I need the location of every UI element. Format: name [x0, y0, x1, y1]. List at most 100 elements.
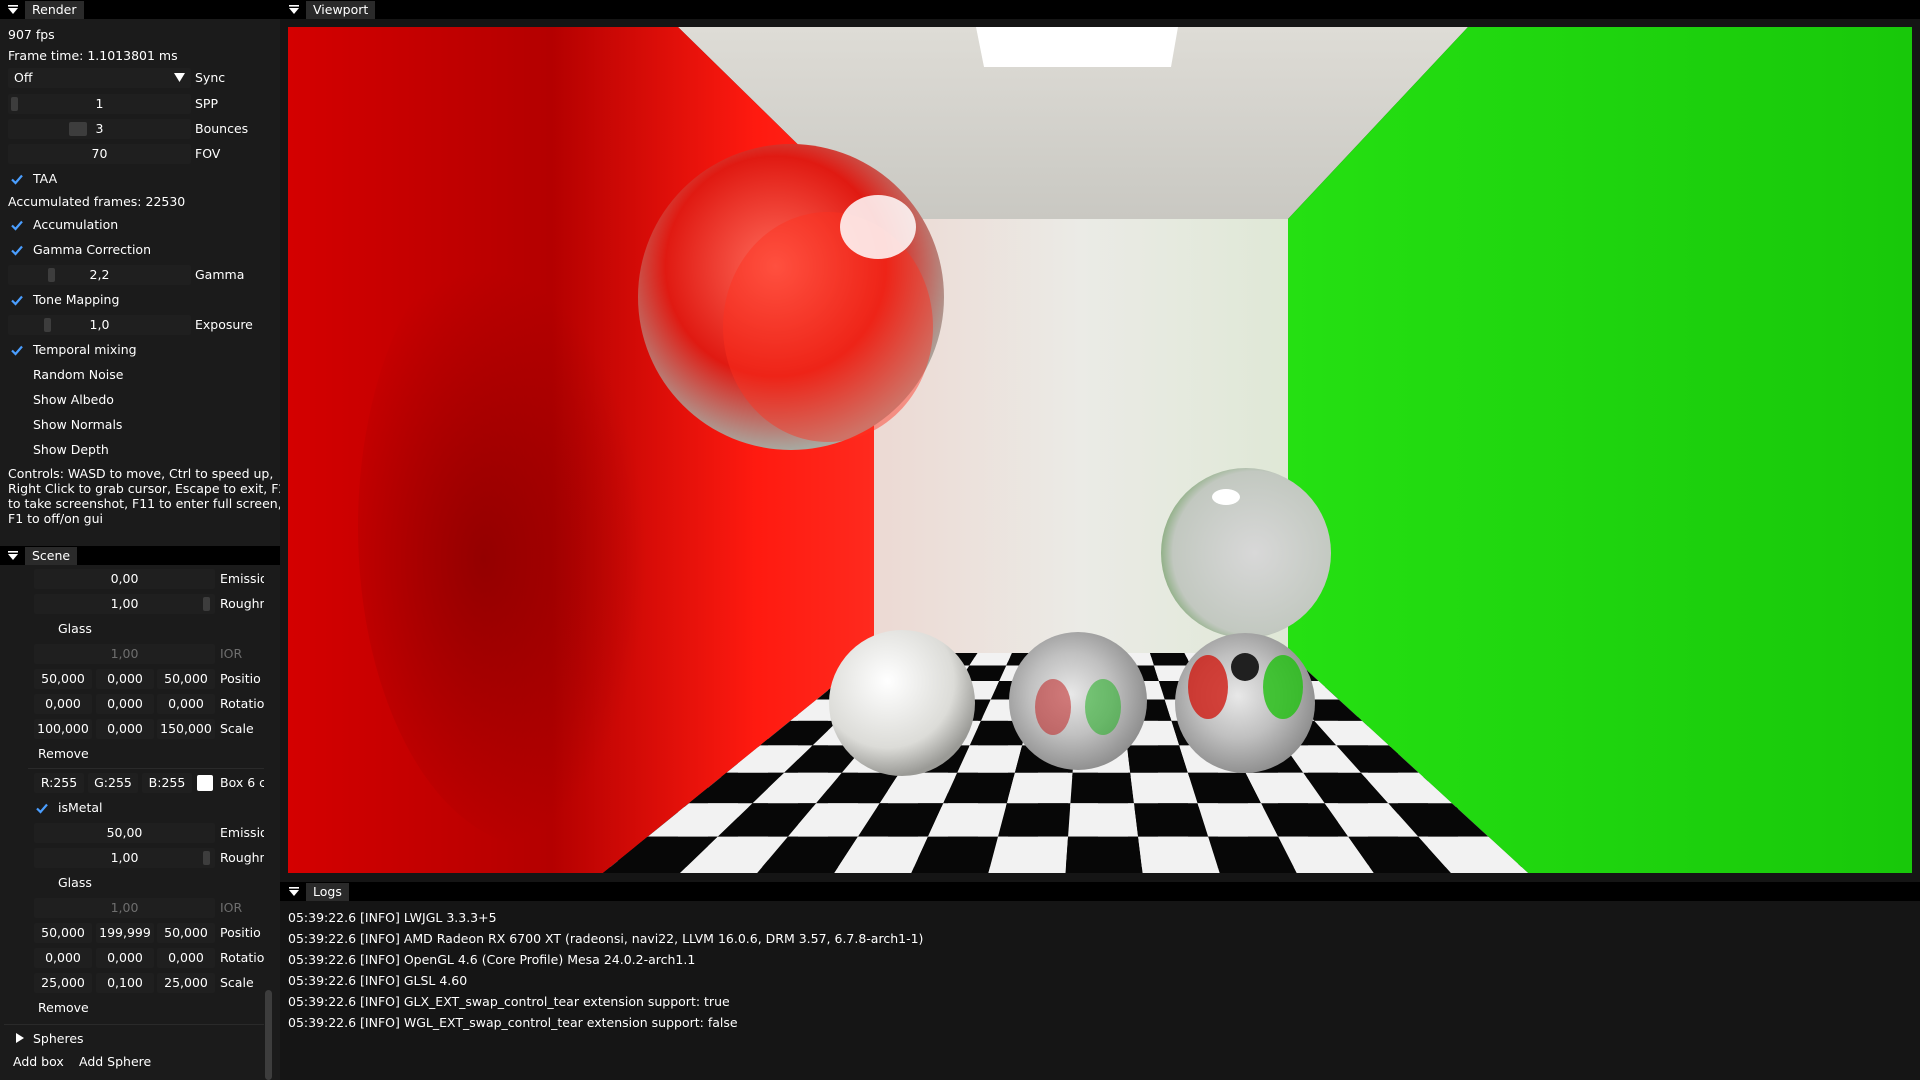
collapse-triangle-icon[interactable] — [288, 4, 300, 16]
value: B:255 — [148, 775, 186, 790]
box6-rotation-z[interactable]: 0,000 — [157, 948, 215, 968]
box6-emission-field[interactable]: 50,00 — [34, 823, 215, 843]
box6-color-g[interactable]: G:255 — [88, 773, 138, 793]
sync-combo[interactable]: Off — [8, 68, 191, 88]
fov-drag[interactable]: 70 — [8, 144, 191, 164]
box6-scale-x[interactable]: 25,000 — [34, 973, 92, 993]
value: R:255 — [40, 775, 78, 790]
log-line: 05:39:22.6 [INFO] LWJGL 3.3.3+5 — [288, 910, 497, 925]
value: 0,000 — [107, 696, 143, 711]
collapse-triangle-icon[interactable] — [7, 550, 19, 562]
box6-color-r[interactable]: R:255 — [34, 773, 84, 793]
add-sphere-button[interactable]: Add Sphere — [73, 1052, 157, 1072]
fov-label: FOV — [195, 146, 221, 161]
scene-tab[interactable]: Scene — [25, 547, 78, 565]
box6-rotation-x[interactable]: 0,000 — [34, 948, 92, 968]
value: 0,000 — [107, 950, 143, 965]
slider-grab[interactable] — [69, 122, 87, 136]
viewport-titlebar[interactable]: Viewport — [280, 0, 1920, 19]
box5-scale-x[interactable]: 100,000 — [34, 719, 92, 739]
gamma-label: Gamma — [195, 267, 245, 282]
tone-mapping-checkbox[interactable] — [9, 292, 25, 308]
box5-position-z[interactable]: 50,000 — [157, 669, 215, 689]
bounces-slider[interactable]: 3 — [8, 119, 191, 139]
spp-value: 1 — [95, 96, 104, 111]
box6-color-label: Box 6 c — [220, 775, 267, 790]
slider-grab[interactable] — [203, 597, 210, 611]
taa-checkbox[interactable] — [9, 171, 25, 187]
temporal-mixing-checkbox[interactable] — [9, 342, 25, 358]
spheres-header[interactable]: Spheres — [33, 1029, 84, 1049]
value: 199,999 — [99, 925, 151, 940]
box6-glass-checkbox[interactable] — [34, 875, 50, 891]
box6-position-y[interactable]: 199,999 — [96, 923, 154, 943]
box6-remove-button[interactable]: Remove — [32, 998, 95, 1018]
scene-scrollbar[interactable] — [264, 566, 273, 1080]
collapse-triangle-icon[interactable] — [7, 4, 19, 16]
box5-rotation-x[interactable]: 0,000 — [34, 694, 92, 714]
expand-triangle-icon[interactable] — [15, 1033, 25, 1043]
render-viewport-image[interactable] — [288, 27, 1912, 873]
floor-tile — [1130, 772, 1198, 804]
value: 25,000 — [41, 975, 85, 990]
box5-ior-label: IOR — [220, 646, 243, 661]
box6-position-x[interactable]: 50,000 — [34, 923, 92, 943]
viewport-tab[interactable]: Viewport — [306, 1, 376, 19]
box6-emission-label: Emissio — [220, 825, 268, 840]
slider-grab[interactable] — [44, 318, 51, 332]
box5-remove-button[interactable]: Remove — [32, 744, 95, 764]
box6-scale-z[interactable]: 25,000 — [157, 973, 215, 993]
box6-roughness-slider[interactable]: 1,00 — [34, 848, 215, 868]
box5-glass-checkbox[interactable] — [34, 621, 50, 637]
box5-position-y[interactable]: 0,000 — [96, 669, 154, 689]
box5-ior-field: 1,00 — [34, 644, 215, 664]
logs-tab[interactable]: Logs — [306, 883, 349, 901]
log-line: 05:39:22.6 [INFO] GLX_EXT_swap_control_t… — [288, 994, 730, 1009]
scene-titlebar[interactable]: Scene — [0, 546, 280, 565]
render-tab[interactable]: Render — [25, 1, 84, 19]
show-normals-checkbox[interactable] — [9, 417, 25, 433]
spp-slider[interactable]: 1 — [8, 94, 191, 114]
gamma-correction-checkbox[interactable] — [9, 242, 25, 258]
logs-titlebar[interactable]: Logs — [280, 882, 1920, 901]
show-normals-label: Show Normals — [33, 417, 123, 432]
frame-time-readout: Frame time: 1.1013801 ms — [8, 48, 178, 63]
scrollbar-thumb[interactable] — [265, 990, 272, 1080]
gamma-correction-label: Gamma Correction — [33, 242, 151, 257]
box6-color-b[interactable]: B:255 — [142, 773, 192, 793]
slider-grab[interactable] — [203, 851, 210, 865]
slider-grab[interactable] — [48, 268, 55, 282]
value: 0,000 — [168, 950, 204, 965]
viewport-panel: Viewport — [280, 0, 1920, 882]
log-line: 05:39:22.6 [INFO] WGL_EXT_swap_control_t… — [288, 1015, 738, 1030]
render-titlebar[interactable]: Render — [0, 0, 280, 19]
slider-grab[interactable] — [11, 97, 18, 111]
box5-scale-z[interactable]: 150,000 — [157, 719, 215, 739]
spp-label: SPP — [195, 96, 219, 111]
value: 0,000 — [168, 696, 204, 711]
gamma-slider[interactable]: 2,2 — [8, 265, 191, 285]
box6-color-swatch[interactable] — [197, 775, 213, 791]
box5-rotation-label: Rotatio — [220, 696, 265, 711]
collapse-triangle-icon[interactable] — [288, 886, 300, 898]
box5-position-x[interactable]: 50,000 — [34, 669, 92, 689]
add-box-button[interactable]: Add box — [7, 1052, 70, 1072]
exposure-slider[interactable]: 1,0 — [8, 315, 191, 335]
show-depth-checkbox[interactable] — [9, 442, 25, 458]
random-noise-checkbox[interactable] — [9, 367, 25, 383]
floor-tile — [1065, 836, 1143, 873]
accumulation-checkbox[interactable] — [9, 217, 25, 233]
show-albedo-checkbox[interactable] — [9, 392, 25, 408]
box6-position-z[interactable]: 50,000 — [157, 923, 215, 943]
box5-rotation-y[interactable]: 0,000 — [96, 694, 154, 714]
box5-emission-field[interactable]: 0,00 — [34, 569, 215, 589]
box5-rotation-z[interactable]: 0,000 — [157, 694, 215, 714]
box5-scale-y[interactable]: 0,000 — [96, 719, 154, 739]
box6-scale-y[interactable]: 0,100 — [96, 973, 154, 993]
box6-is-metal-checkbox[interactable] — [34, 800, 50, 816]
fps-readout: 907 fps — [8, 27, 55, 42]
box6-rotation-y[interactable]: 0,000 — [96, 948, 154, 968]
box5-roughness-slider[interactable]: 1,00 — [34, 594, 215, 614]
value: 1,00 — [110, 596, 139, 611]
tone-mapping-label: Tone Mapping — [33, 292, 120, 307]
